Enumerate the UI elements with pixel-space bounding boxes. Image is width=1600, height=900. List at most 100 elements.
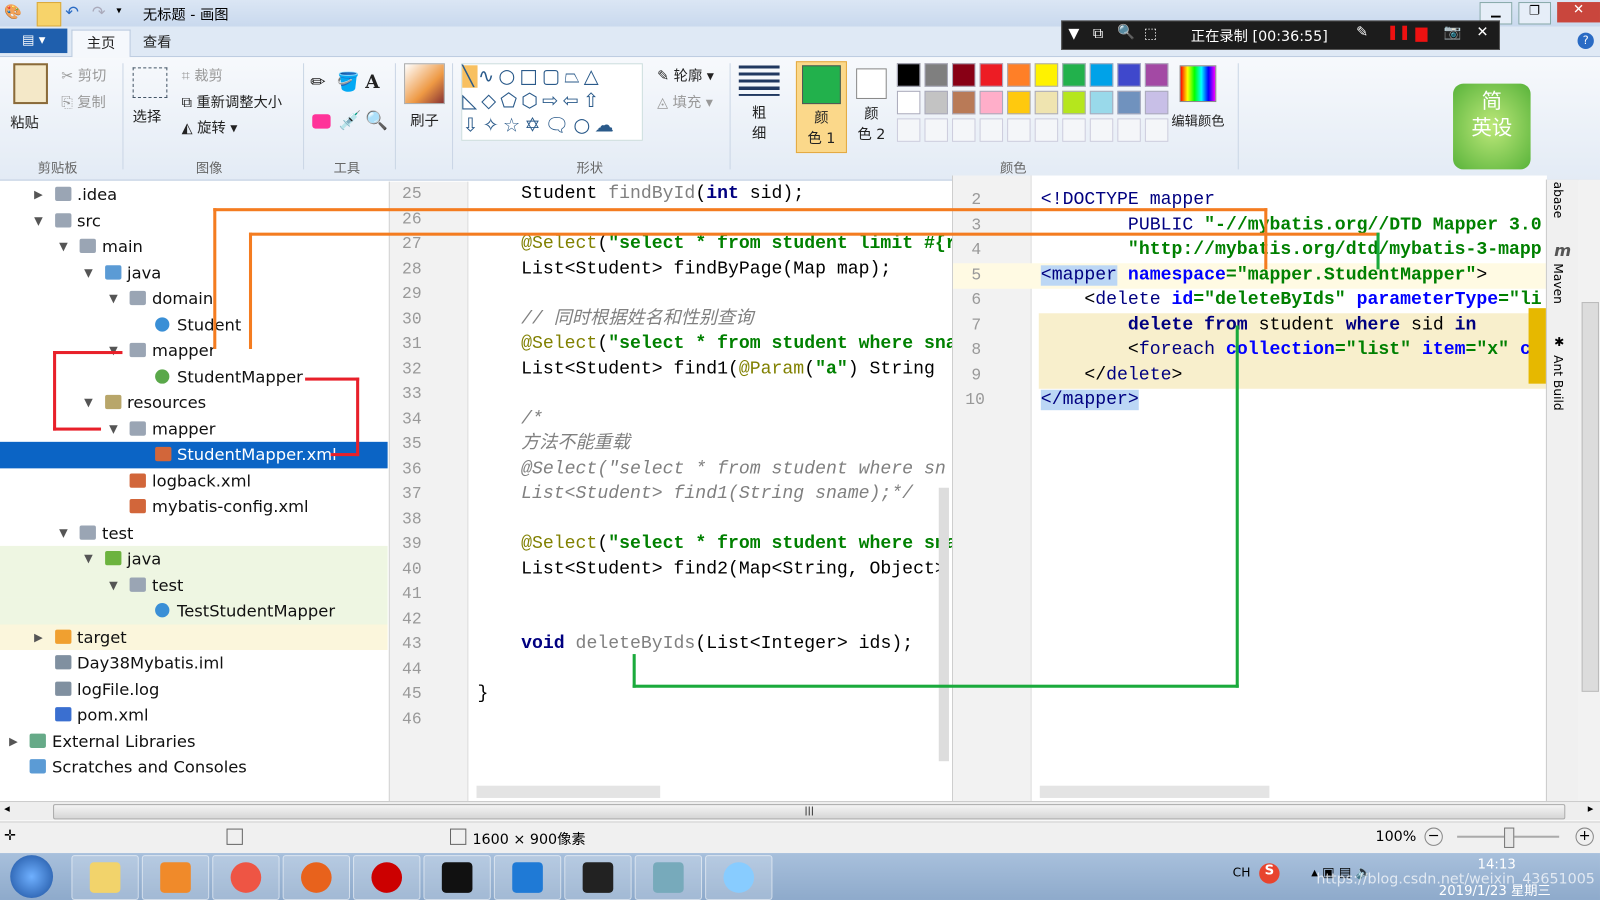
chevron-down-icon[interactable]: ▼ — [59, 520, 68, 546]
taskbar-explorer-button[interactable] — [71, 855, 139, 900]
code-line[interactable]: @Select("select * from student where sna — [478, 332, 952, 357]
code-line[interactable]: "http://mybatis.org/dtd/mybatis-3-mapp — [1041, 238, 1542, 263]
code-line[interactable]: @Select("select * from student where sna — [478, 532, 952, 557]
chevron-down-icon[interactable]: ▼ — [109, 286, 118, 312]
tree-item[interactable]: ▼ domain — [0, 286, 388, 312]
color-swatch[interactable] — [1062, 63, 1086, 87]
color2-button[interactable]: 颜 色 2 — [847, 61, 896, 151]
java-horizontal-scrollbar[interactable] — [476, 785, 661, 798]
maven-tool-tab[interactable]: Maven — [1551, 263, 1565, 304]
restore-button[interactable]: ❐ — [1518, 2, 1552, 25]
quick-access-save-icon[interactable] — [36, 2, 62, 27]
undo-icon[interactable]: ↶ — [65, 2, 79, 21]
recorder-zoom-icon[interactable]: 🔍 — [1117, 24, 1135, 40]
color-swatch[interactable] — [979, 63, 1004, 87]
tree-item[interactable]: logback.xml — [0, 468, 388, 494]
custom-color-slot[interactable] — [1034, 118, 1059, 142]
custom-color-slot[interactable] — [924, 118, 948, 142]
code-line[interactable]: @Select("select * from student limit #{r — [478, 232, 952, 257]
copy-button[interactable]: ⎘ 复制 — [61, 92, 106, 112]
close-button[interactable]: ✕ — [1557, 2, 1600, 23]
taskbar-intellij-button[interactable] — [564, 855, 632, 900]
ime-indicator[interactable]: CH — [1233, 865, 1251, 879]
java-editor-scrollbar[interactable] — [938, 487, 949, 762]
line-shape-icon[interactable]: ╲ — [462, 65, 479, 88]
color-swatch[interactable] — [1034, 63, 1059, 87]
code-line[interactable]: List<Student> find1(String sname);*/ — [478, 482, 913, 507]
color1-button[interactable]: 颜 色 1 — [795, 61, 847, 154]
color-swatch[interactable] — [1007, 63, 1031, 87]
recorder-window-icon[interactable]: ⧉ — [1093, 26, 1103, 42]
paint-app-icon[interactable]: 🎨 — [4, 4, 22, 20]
taskbar-cmd-button[interactable] — [423, 855, 491, 900]
tree-item[interactable]: ▼ resources — [0, 390, 388, 416]
zoom-slider[interactable] — [1457, 827, 1560, 848]
clock-date[interactable]: 2019/1/23 星期三 — [1439, 880, 1551, 899]
fill-bucket-icon[interactable]: 🪣 — [337, 71, 360, 92]
chevron-down-icon[interactable]: ▼ — [34, 208, 43, 234]
color-swatch[interactable] — [924, 63, 948, 87]
tree-item[interactable]: mybatis-config.xml — [0, 494, 388, 520]
fill-button[interactable]: ◬ 填充 ▾ — [657, 92, 713, 112]
tree-item[interactable]: Scratches and Consoles — [0, 754, 388, 780]
taskbar-vscode-button[interactable] — [493, 855, 562, 900]
custom-color-slot[interactable] — [1144, 118, 1169, 142]
scroll-left-icon[interactable]: ◂ — [4, 802, 10, 815]
tree-item[interactable]: pom.xml — [0, 702, 388, 728]
ant-build-tool-tab[interactable]: Ant Build — [1551, 355, 1565, 411]
taskbar-recorder-button[interactable] — [353, 855, 421, 900]
tree-item[interactable]: ▼ test — [0, 571, 388, 598]
recorder-pause-icon[interactable]: ❚❚ — [1387, 24, 1411, 40]
recorder-close-icon[interactable]: ✕ — [1477, 24, 1489, 40]
code-line[interactable]: 方法不能重载 — [478, 432, 630, 457]
recorder-pen-icon[interactable]: ✎ — [1356, 24, 1368, 40]
vertical-scrollbar[interactable] — [1578, 179, 1600, 802]
recorder-menu-icon[interactable]: ▼ — [1068, 26, 1079, 42]
color-swatch[interactable] — [1144, 63, 1169, 87]
size-button[interactable]: 粗 细 — [738, 65, 780, 143]
color-swatch[interactable] — [896, 63, 921, 87]
color-swatch[interactable] — [1089, 90, 1114, 115]
chevron-down-icon[interactable]: ▼ — [84, 546, 93, 572]
taskbar-paint-button[interactable] — [634, 855, 703, 900]
code-line[interactable]: <delete id="deleteByIds" parameterType="… — [1041, 288, 1541, 313]
crop-button[interactable]: ⌗ 裁剪 — [182, 65, 223, 85]
clock-time[interactable]: 14:13 — [1478, 857, 1516, 872]
xml-horizontal-scrollbar[interactable] — [1039, 785, 1270, 798]
color-swatch[interactable] — [924, 90, 948, 115]
code-line[interactable]: </mapper> — [1040, 388, 1139, 413]
chevron-down-icon[interactable]: ▼ — [59, 234, 68, 260]
edit-colors-button[interactable]: 编辑颜色 — [1171, 65, 1224, 130]
magnifier-icon[interactable]: 🔍 — [365, 110, 388, 131]
chevron-down-icon[interactable]: ▼ — [84, 260, 93, 286]
outline-button[interactable]: ✎ 轮廓 ▾ — [657, 65, 714, 85]
resize-button[interactable]: ⧉ 重新调整大小 — [182, 92, 282, 112]
tab-view[interactable]: 查看 — [129, 30, 186, 57]
code-line[interactable]: @Select("select * from student where sn — [478, 457, 946, 482]
code-line[interactable]: List<Student> find2(Map<String, Object> — [478, 557, 946, 582]
scroll-right-icon[interactable]: ▸ — [1588, 802, 1594, 815]
tree-item[interactable]: Day38Mybatis.iml — [0, 650, 388, 676]
rotate-button[interactable]: ◭ 旋转 ▾ — [182, 117, 238, 137]
color-swatch[interactable] — [1144, 90, 1169, 115]
custom-color-slot[interactable] — [1089, 118, 1114, 142]
custom-color-slot[interactable] — [952, 118, 976, 142]
scrollbar-thumb[interactable]: ||| — [53, 804, 1566, 820]
redo-icon[interactable]: ↷ — [92, 2, 106, 21]
color-swatch[interactable] — [952, 63, 976, 87]
tree-item[interactable]: ▼ java — [0, 545, 388, 572]
chevron-down-icon[interactable]: ▼ — [109, 572, 118, 598]
cut-button[interactable]: ✂ 剪切 — [61, 65, 106, 85]
tree-item[interactable]: ▶ target — [0, 623, 388, 650]
tree-item[interactable]: TestStudentMapper — [0, 597, 388, 624]
customize-quick-access-icon[interactable]: ▾ — [116, 5, 121, 16]
code-line[interactable]: </delete> — [1041, 363, 1182, 388]
file-menu-button[interactable]: ▤ ▾ — [0, 28, 68, 54]
help-icon[interactable]: ? — [1577, 32, 1594, 49]
tree-item[interactable]: ▼ java — [0, 260, 388, 286]
tab-home[interactable]: 主页 — [71, 29, 131, 58]
color-swatch[interactable] — [1089, 63, 1114, 87]
tree-item[interactable]: ▶ External Libraries — [0, 728, 388, 754]
tree-item[interactable]: ▼ src — [0, 208, 388, 234]
color-swatch[interactable] — [1007, 90, 1031, 115]
